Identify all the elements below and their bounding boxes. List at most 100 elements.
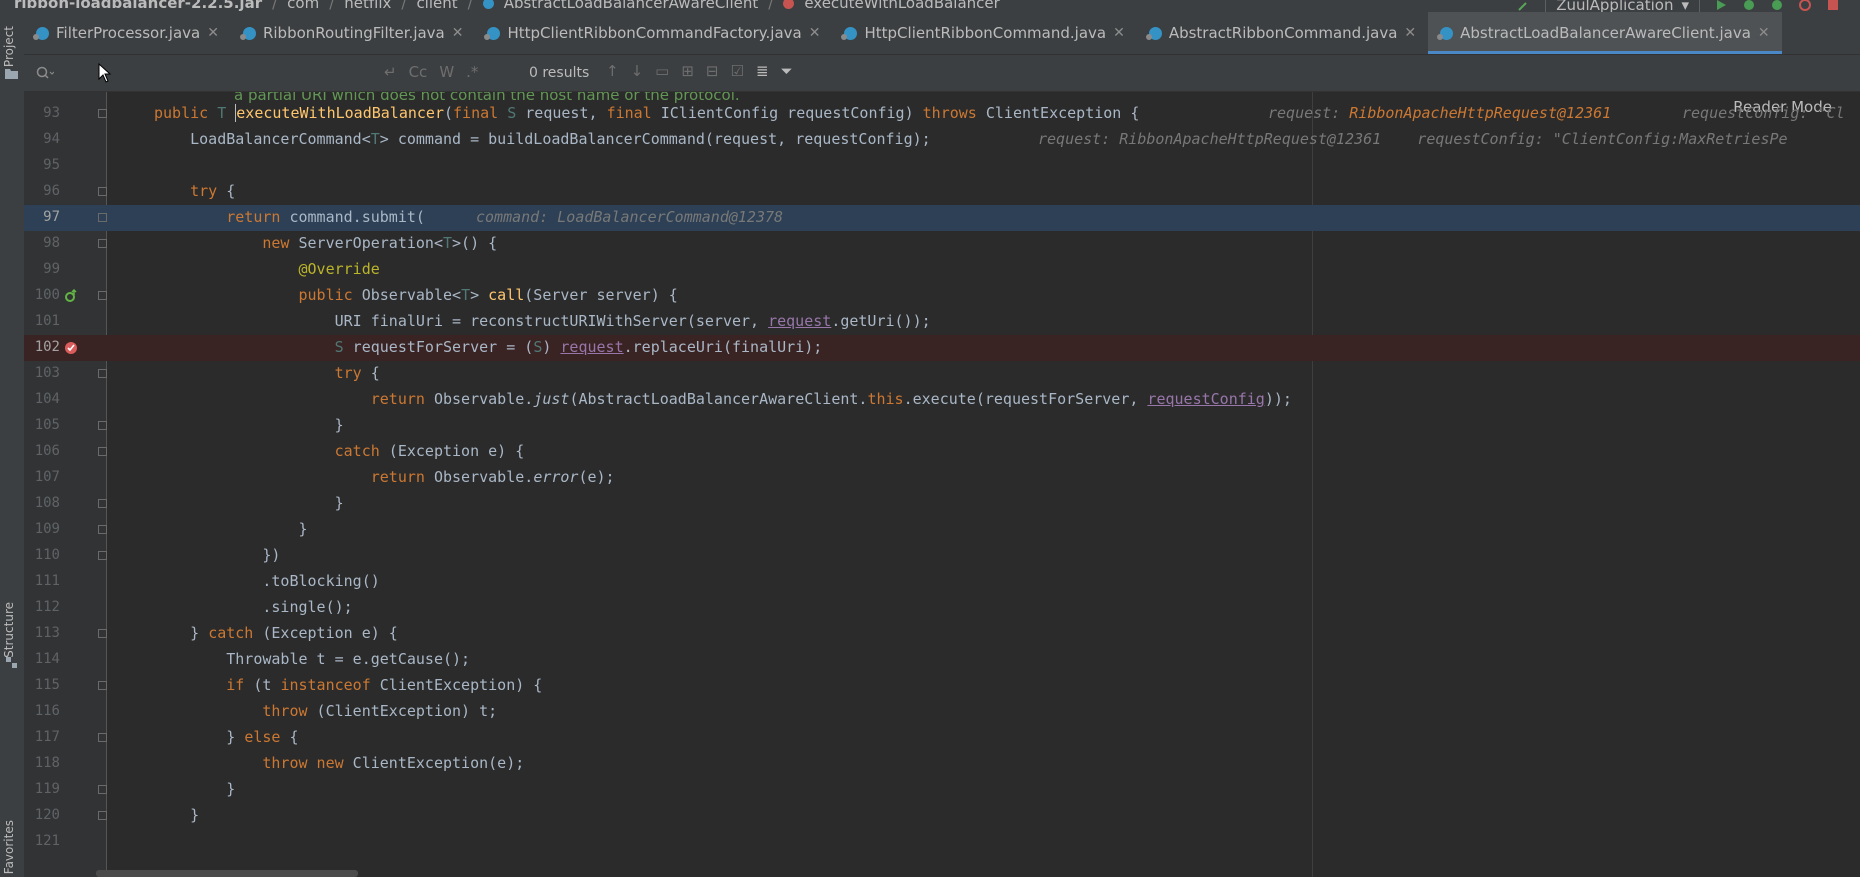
fold-marker[interactable] (98, 447, 107, 456)
filter-icon[interactable]: ⏷ (781, 62, 793, 80)
exclude-selection-icon[interactable]: ☑ (731, 62, 744, 80)
profile-icon[interactable] (1798, 0, 1812, 12)
line-number[interactable]: 94 (24, 131, 60, 147)
whole-words-toggle[interactable]: W (439, 63, 454, 81)
multiline-icon[interactable]: ≣ (756, 62, 769, 80)
line-number[interactable]: 97 (24, 209, 60, 225)
line-number[interactable]: 110 (24, 547, 60, 563)
breadcrumb-item-method[interactable]: executeWithLoadBalancer (804, 0, 1000, 12)
debug-inlay-value: requestConfig: "Cl (1682, 104, 1845, 122)
close-icon[interactable]: ✕ (1758, 25, 1770, 41)
fold-marker[interactable] (98, 629, 107, 638)
line-number[interactable]: 106 (24, 443, 60, 459)
fold-marker[interactable] (98, 733, 107, 742)
favorites-tool-button[interactable]: Favorites (2, 820, 16, 874)
line-number[interactable]: 117 (24, 729, 60, 745)
tab-abstractloadbalancerawareclient[interactable]: AbstractLoadBalancerAwareClient.java ✕ (1428, 12, 1783, 54)
add-selection-icon[interactable]: ⊞ (681, 62, 694, 80)
line-number[interactable]: 111 (24, 573, 60, 589)
code-line: 113 } catch (Exception e) { (24, 621, 1860, 647)
fold-marker[interactable] (98, 499, 107, 508)
breakpoint-icon[interactable] (64, 341, 78, 355)
code-text: throw new ClientException(e); (262, 754, 525, 772)
line-number[interactable]: 116 (24, 703, 60, 719)
breadcrumb-item-com[interactable]: com (287, 0, 319, 12)
override-icon[interactable] (64, 289, 78, 303)
line-number[interactable]: 109 (24, 521, 60, 537)
close-icon[interactable]: ✕ (1113, 25, 1125, 41)
build-hammer-icon[interactable] (1517, 0, 1531, 12)
tab-httpclientribboncommand[interactable]: HttpClientRibbonCommand.java ✕ (832, 12, 1136, 54)
line-number[interactable]: 108 (24, 495, 60, 511)
close-icon[interactable]: ✕ (207, 25, 219, 41)
fold-marker[interactable] (98, 213, 107, 222)
tab-ribbonroutingfilter[interactable]: RibbonRoutingFilter.java ✕ (231, 12, 476, 54)
code-editor[interactable]: a partial URI which does not contain the… (24, 92, 1860, 877)
line-number[interactable]: 119 (24, 781, 60, 797)
line-number[interactable]: 118 (24, 755, 60, 771)
method-icon (783, 0, 795, 9)
coverage-icon[interactable] (1770, 0, 1784, 12)
fold-marker[interactable] (98, 109, 107, 118)
line-number[interactable]: 121 (24, 833, 60, 849)
run-configuration-select[interactable]: ZuulApplication ▾ (1545, 0, 1700, 12)
line-number[interactable]: 113 (24, 625, 60, 641)
horizontal-scrollbar[interactable] (96, 870, 358, 877)
class-icon (482, 0, 494, 9)
arrow-down-icon[interactable]: ↓ (631, 62, 644, 80)
breadcrumb-item-class[interactable]: AbstractLoadBalancerAwareClient (504, 0, 759, 12)
fold-marker[interactable] (98, 551, 107, 560)
line-number[interactable]: 104 (24, 391, 60, 407)
select-all-occurrences-icon[interactable]: ▭ (655, 62, 669, 80)
line-number[interactable]: 102 (24, 339, 60, 355)
line-number[interactable]: 96 (24, 183, 60, 199)
code-line: 99 @Override (24, 257, 1860, 283)
line-number[interactable]: 105 (24, 417, 60, 433)
code-text: .single(); (154, 598, 353, 616)
line-number[interactable]: 101 (24, 313, 60, 329)
structure-tool-button[interactable]: Structure (2, 602, 16, 658)
run-icon[interactable] (1714, 0, 1728, 12)
search-icon[interactable] (36, 66, 54, 80)
fold-marker[interactable] (98, 525, 107, 534)
line-number[interactable]: 103 (24, 365, 60, 381)
line-number[interactable]: 98 (24, 235, 60, 251)
breadcrumb-item-client[interactable]: client (416, 0, 457, 12)
line-number[interactable]: 114 (24, 651, 60, 667)
tab-filterprocessor[interactable]: FilterProcessor.java ✕ (24, 12, 231, 54)
fold-marker[interactable] (98, 681, 107, 690)
code-text: Throwable t = e.getCause(); (154, 650, 471, 668)
line-number[interactable]: 120 (24, 807, 60, 823)
fold-marker[interactable] (98, 421, 107, 430)
search-input[interactable] (28, 59, 404, 87)
remove-selection-icon[interactable]: ⊟ (706, 62, 719, 80)
code-text: } else { (154, 728, 299, 746)
regex-toggle[interactable]: .* (466, 63, 478, 81)
fold-marker[interactable] (98, 785, 107, 794)
line-number[interactable]: 100 (24, 287, 60, 303)
tab-httpclientribboncommandfactory[interactable]: HttpClientRibbonCommandFactory.java ✕ (475, 12, 832, 54)
fold-marker[interactable] (98, 187, 107, 196)
fold-marker[interactable] (98, 239, 107, 248)
arrow-up-icon[interactable]: ↑ (606, 62, 619, 80)
fold-marker[interactable] (98, 291, 107, 300)
debug-icon[interactable] (1742, 0, 1756, 12)
stop-icon[interactable] (1826, 0, 1840, 12)
line-number[interactable]: 115 (24, 677, 60, 693)
project-tool-button[interactable]: Project (2, 26, 16, 67)
breadcrumb-item-netflix[interactable]: netflix (344, 0, 391, 12)
fold-marker[interactable] (98, 369, 107, 378)
tab-abstractribboncommand[interactable]: AbstractRibbonCommand.java ✕ (1137, 12, 1428, 54)
line-number[interactable]: 107 (24, 469, 60, 485)
close-icon[interactable]: ✕ (809, 25, 821, 41)
close-icon[interactable]: ✕ (452, 25, 464, 41)
fold-marker[interactable] (98, 811, 107, 820)
breadcrumb-item-jar[interactable]: ribbon-loadbalancer-2.2.5.jar (14, 0, 262, 12)
match-case-toggle[interactable]: Cc (409, 63, 428, 81)
line-number[interactable]: 93 (24, 105, 60, 121)
close-icon[interactable]: ✕ (1404, 25, 1416, 41)
newline-icon[interactable]: ↵ (384, 63, 397, 81)
line-number[interactable]: 99 (24, 261, 60, 277)
line-number[interactable]: 112 (24, 599, 60, 615)
line-number[interactable]: 95 (24, 157, 60, 173)
